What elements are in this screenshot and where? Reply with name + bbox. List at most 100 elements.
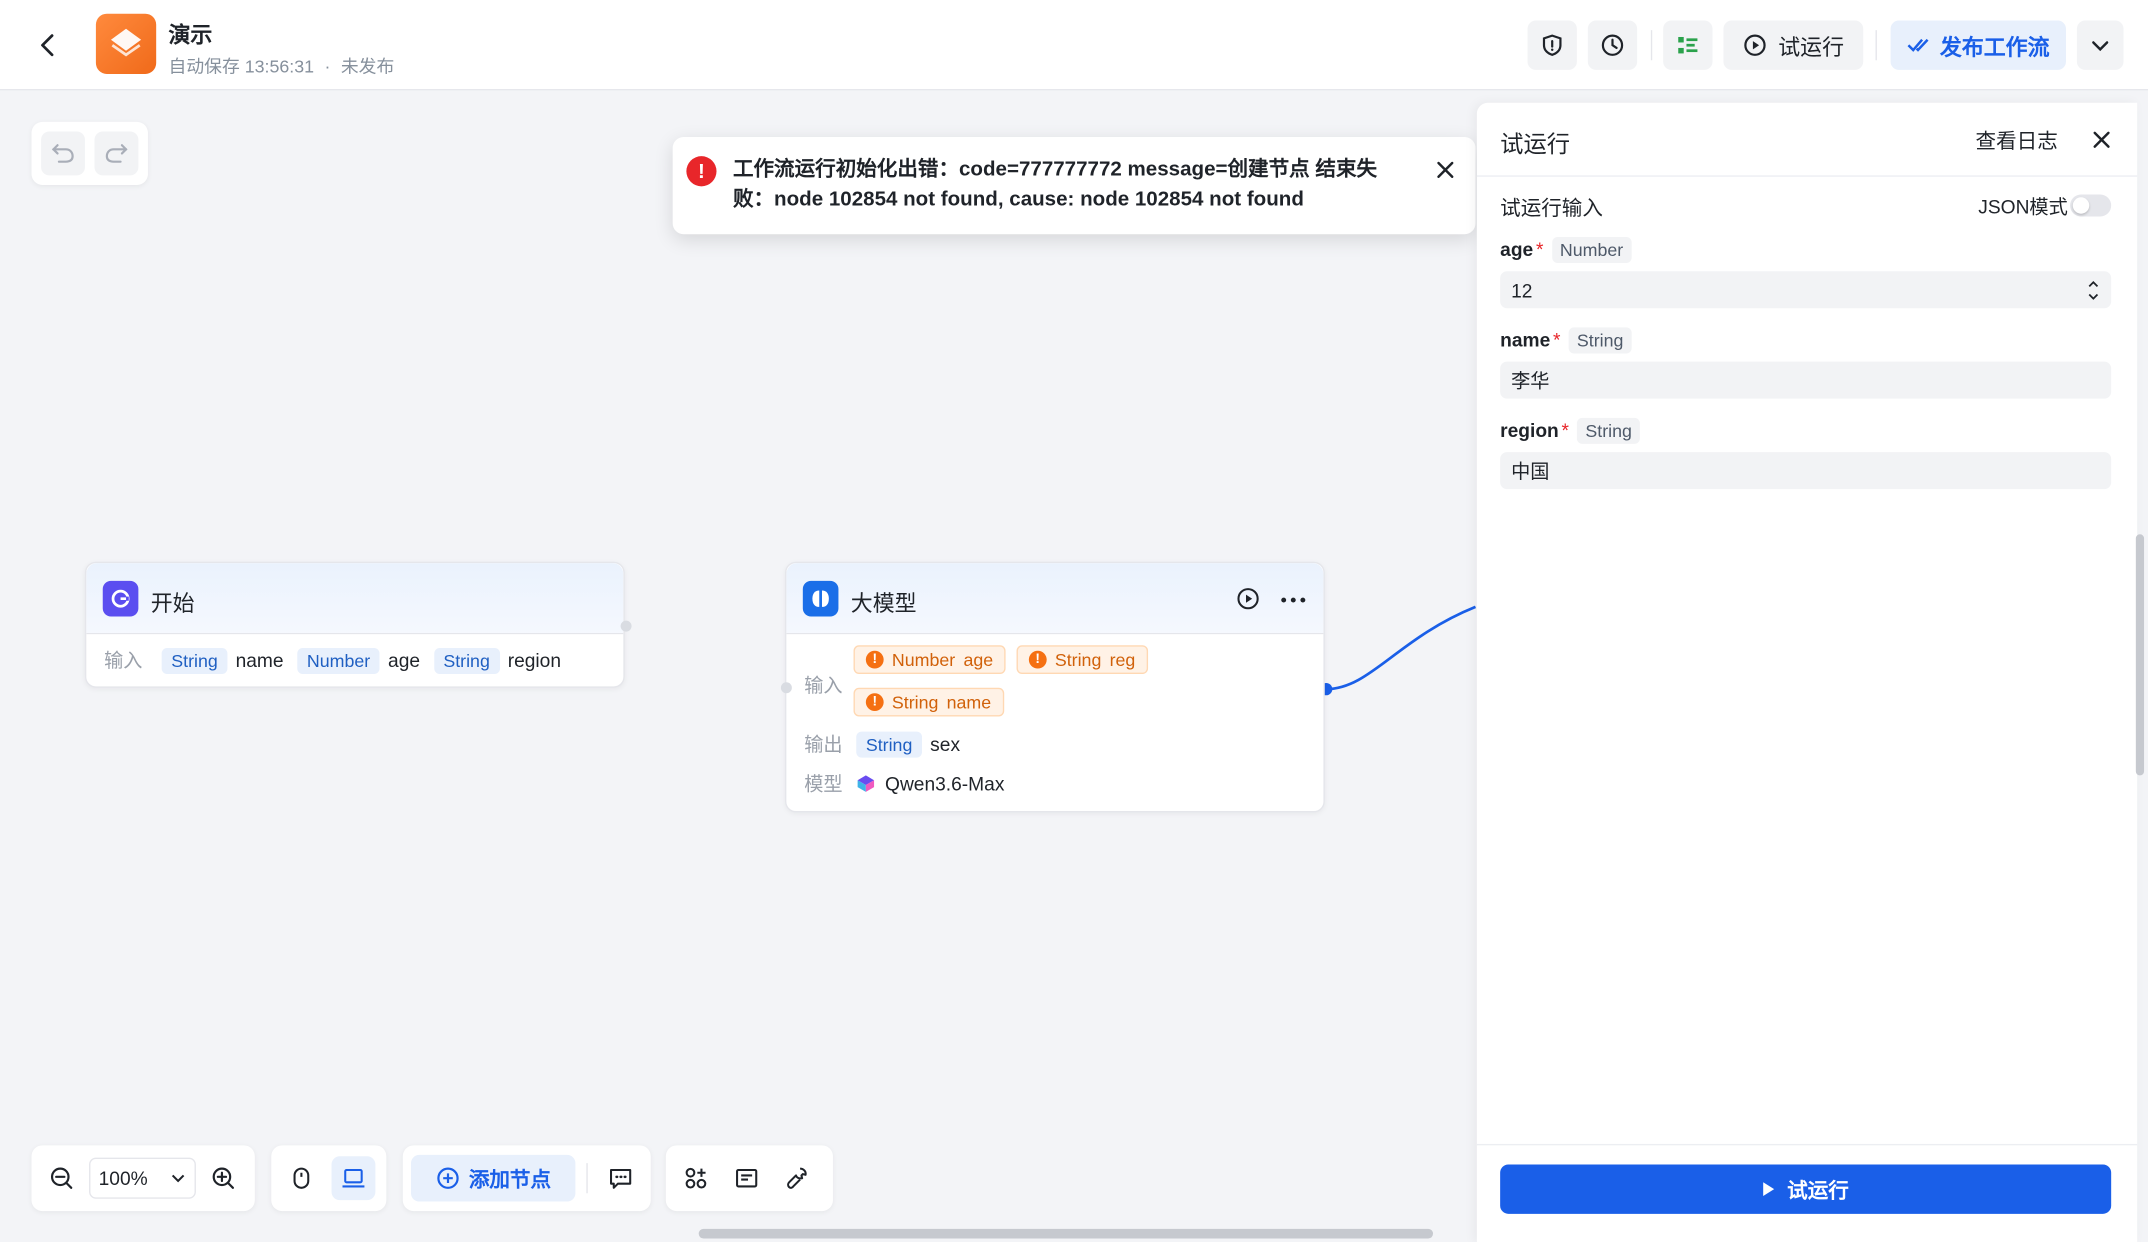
panel-title: 试运行 [1500,131,1571,158]
region-input[interactable]: 中国 [1500,452,2112,490]
undo-redo-group [31,121,148,185]
output-port[interactable] [620,620,632,632]
age-value: 12 [1511,278,1533,301]
param-name: sex [930,732,961,755]
more-icon[interactable] [1278,586,1308,613]
zoom-out-button[interactable] [40,1156,84,1200]
param-type-tag: String [856,730,922,757]
header-divider [1650,30,1653,61]
view-log-link[interactable]: 查看日志 [1976,126,2058,155]
llm-output-row: 输出 String sex [804,730,974,757]
model-name: Qwen3.6-Max [885,772,1005,795]
grid-icon [685,1167,707,1189]
run-button[interactable]: 试运行 [1500,1164,2112,1214]
close-icon[interactable] [1432,156,1459,183]
mouse-mode-button[interactable] [279,1156,323,1200]
llm-node-header: 大模型 [786,563,1324,635]
input-label: 输入 [104,649,143,672]
undo-button[interactable] [41,131,86,176]
subtitle-separator: · [324,56,331,77]
horizontal-scrollbar[interactable] [698,1228,1434,1239]
publish-button[interactable]: 发布工作流 [1890,20,2066,70]
output-label: 输出 [804,732,843,755]
field-name: age [1500,238,1534,261]
redo-icon [105,144,128,163]
back-arrow-icon[interactable] [30,27,66,63]
field-name: name [1500,328,1551,351]
trackpad-icon [342,1168,365,1188]
close-icon[interactable] [2085,123,2118,156]
start-node-params: 输入 String name Number age String region [104,647,575,674]
panel-footer-divider [1476,1143,2138,1146]
age-input[interactable]: 12 [1500,271,2112,309]
comment-button[interactable] [599,1156,642,1200]
param-type-tag: String [161,647,228,674]
zoom-select[interactable]: 100% [89,1157,196,1199]
settings-button[interactable] [775,1156,819,1200]
param-type: Number [891,649,956,670]
llm-model-row: 模型 Qwen3.6-Max [804,770,1018,797]
panel-header: 试运行 查看日志 [1476,103,2138,177]
llm-node-icon [802,580,839,617]
input-port[interactable] [780,682,792,694]
required-mark: * [1535,238,1544,261]
json-mode-toggle[interactable] [2070,194,2112,217]
param-name: region [507,649,562,672]
app-subtitle: 自动保存 13:56:31 · 未发布 [169,52,395,78]
start-node-title: 开始 [150,593,195,617]
add-node-label: 添加节点 [468,1167,552,1192]
play-circle-icon [1744,34,1766,56]
test-run-label: 试运行 [1778,36,1845,61]
zoom-in-button[interactable] [201,1156,245,1200]
param-type: String [891,691,939,713]
start-node-icon [102,580,139,617]
region-value: 中国 [1511,459,1550,482]
autosave-text: 自动保存 13:56:31 [168,56,315,77]
llm-input-row: ! Number age ! String reg [853,645,1148,675]
publish-label: 发布工作流 [1939,36,2050,61]
field-label-name: name * String [1500,327,1632,354]
warning-icon: ! [865,650,884,669]
note-icon [736,1168,758,1188]
trackpad-mode-button[interactable] [331,1156,376,1201]
comment-icon [610,1168,632,1189]
add-node-toolbar: 添加节点 [402,1145,651,1212]
zoom-in-icon [212,1167,234,1189]
run-node-button[interactable] [1236,586,1263,613]
warning-icon: ! [865,693,884,712]
field-type-tag: String [1577,417,1641,444]
name-input[interactable]: 李华 [1500,361,2112,399]
test-run-button[interactable]: 试运行 [1723,20,1864,70]
history-button[interactable] [1587,20,1638,70]
more-options-button[interactable] [2076,20,2124,70]
interaction-mode-toolbar [271,1145,387,1212]
vertical-scrollbar[interactable] [2135,534,2145,776]
checklist-button[interactable] [1663,20,1713,70]
warning-icon: ! [1028,650,1047,669]
chevron-down-icon [2092,41,2109,52]
chevron-down-icon [171,1174,185,1183]
start-node-header: 开始 [86,563,624,635]
param-name: age [963,649,994,670]
param-name: age [388,649,421,672]
add-node-button[interactable]: 添加节点 [411,1154,576,1202]
param-name: name [946,691,992,713]
start-node[interactable]: 开始 输入 String name Number age String regi… [84,561,632,688]
play-icon [1763,1182,1775,1197]
zoom-out-icon [50,1167,73,1189]
plugins-button[interactable] [674,1156,718,1200]
stepper-icon[interactable] [2087,277,2101,302]
header-divider [1875,30,1877,61]
play-circle-icon [1237,588,1259,610]
llm-node[interactable]: 大模型 输入 ! Number age ! String reg ! String name… [780,561,1325,813]
redo-button[interactable] [94,131,139,176]
app-root: 演示 自动保存 13:56:31 · 未发布 试运行 发布工作流 开始 输入 S… [0,0,2148,1242]
field-label-region: region * String [1500,417,1641,444]
error-message: 工作流运行初始化出错：code=777777772 message=创建节点 结… [732,157,1378,211]
shield-button[interactable] [1527,20,1577,70]
model-label: 模型 [804,772,843,795]
param-type-tag: String [433,647,500,674]
error-icon: ! [686,156,717,187]
notes-button[interactable] [725,1156,769,1200]
input-param-warning: ! String reg [1016,645,1148,675]
